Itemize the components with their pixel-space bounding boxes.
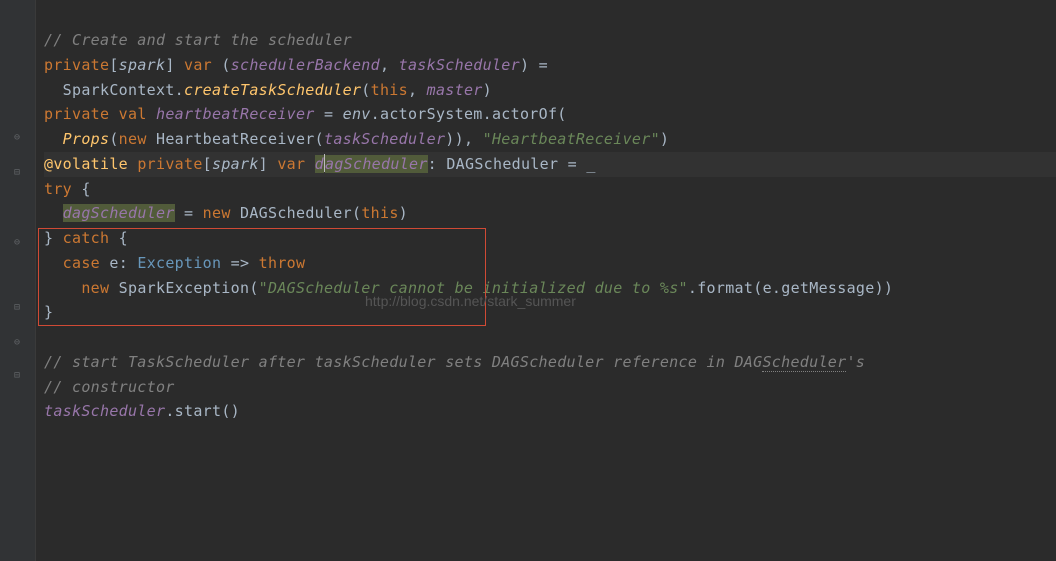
code-editor[interactable]: // Create and start the scheduler privat…: [0, 0, 1056, 424]
code-line: } catch {: [44, 226, 1056, 251]
code-line-active: @volatile private[spark] var dagSchedule…: [44, 152, 1056, 177]
comment: // Create and start the scheduler: [44, 31, 352, 49]
code-line: new SparkException("DAGScheduler cannot …: [44, 276, 1056, 301]
code-line: [44, 325, 1056, 350]
code-line: }: [44, 300, 1056, 325]
code-line: SparkContext.createTaskScheduler(this, m…: [44, 78, 1056, 103]
code-line: // Create and start the scheduler: [44, 28, 1056, 53]
code-line: dagScheduler = new DAGScheduler(this): [44, 201, 1056, 226]
code-line: try {: [44, 177, 1056, 202]
code-line: taskScheduler.start(): [44, 399, 1056, 424]
code-line: Props(new HeartbeatReceiver(taskSchedule…: [44, 127, 1056, 152]
code-line: // constructor: [44, 375, 1056, 400]
code-line: case e: Exception => throw: [44, 251, 1056, 276]
code-line: private val heartbeatReceiver = env.acto…: [44, 102, 1056, 127]
code-line: private[spark] var (schedulerBackend, ta…: [44, 53, 1056, 78]
code-line: // start TaskScheduler after taskSchedul…: [44, 350, 1056, 375]
